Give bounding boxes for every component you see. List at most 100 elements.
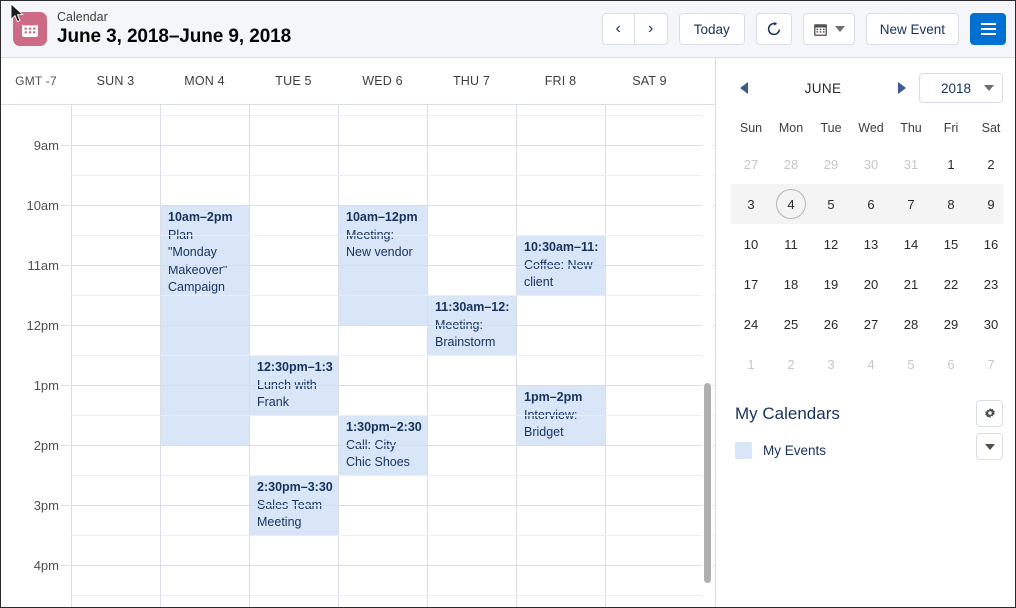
day-header-2[interactable]: TUE 5 [249,58,338,104]
mini-calendar-day-7[interactable]: 7 [971,344,1011,384]
day-column-6[interactable] [605,105,694,607]
view-selector-button[interactable] [802,13,855,45]
mini-calendar-day-10[interactable]: 10 [731,224,771,264]
new-event-button[interactable]: New Event [865,13,959,45]
mini-calendar-day-17[interactable]: 17 [731,264,771,304]
mini-calendar-day-24[interactable]: 24 [731,304,771,344]
day-column-4[interactable] [427,105,516,607]
list-item[interactable]: My Events [731,442,1003,459]
event-title: Plan "Monday Makeover" Campaign [168,227,228,295]
mini-calendar-day-20[interactable]: 20 [851,264,891,304]
mini-calendar-prev-button[interactable] [731,75,757,101]
mini-calendar-nav: JUNE 2018 [731,70,1003,106]
mini-calendar-weekday-row: Sun Mon Tue Wed Thu Fri Sat [731,112,1003,144]
mini-calendar-day-30[interactable]: 30 [851,144,891,184]
mini-calendar-day-9[interactable]: 9 [971,184,1011,224]
mini-calendar-day-1[interactable]: 1 [731,344,771,384]
mini-calendar-day-16[interactable]: 16 [971,224,1011,264]
mini-calendar-day-18[interactable]: 18 [771,264,811,304]
day-column-3[interactable] [338,105,427,607]
mini-calendar-day-8[interactable]: 8 [931,184,971,224]
day-header-3[interactable]: WED 6 [338,58,427,104]
mini-calendar-day-6[interactable]: 6 [931,344,971,384]
day-header-5[interactable]: FRI 8 [516,58,605,104]
mini-calendar-day-29[interactable]: 29 [931,304,971,344]
day-header-0[interactable]: SUN 3 [71,58,160,104]
header-title-block: Calendar June 3, 2018–June 9, 2018 [57,10,291,47]
mini-calendar-day-30[interactable]: 30 [971,304,1011,344]
my-calendars-section: My Calendars My Events [731,400,1003,460]
grid-scrollbar-thumb[interactable] [704,383,711,583]
mini-calendar-day-19[interactable]: 19 [811,264,851,304]
mini-calendar-day-23[interactable]: 23 [971,264,1011,304]
grid-scrollbar[interactable] [702,105,713,607]
refresh-button[interactable] [755,13,792,45]
day-column-0[interactable] [71,105,160,607]
mini-calendar-day-31[interactable]: 31 [891,144,931,184]
my-calendars-title: My Calendars [735,404,840,423]
timezone-label: GMT -7 [15,74,57,88]
grid-line [71,415,715,416]
event-title: Call: City Chic Shoes [346,437,410,470]
week-grid-scroll: 9am 10am 11am 12pm 1pm 2pm 3pm 4pm 10am–2pm Plan… [1,105,715,607]
year-value: 2018 [940,80,972,96]
mini-calendar-day-4[interactable]: 4 [771,184,811,224]
menu-button[interactable] [970,13,1006,45]
time-label-2pm: 2pm [33,438,59,453]
calendar-view-icon [813,23,827,36]
mini-calendar-week-0: 27 28 29 30 31 1 2 [731,144,1003,184]
mini-calendar-day-21[interactable]: 21 [891,264,931,304]
mini-calendar-day-28[interactable]: 28 [771,144,811,184]
grid-line [71,445,715,446]
mini-calendar-day-27[interactable]: 27 [731,144,771,184]
mini-calendar-day-15[interactable]: 15 [931,224,971,264]
mini-calendar-day-5[interactable]: 5 [811,184,851,224]
day-header-1[interactable]: MON 4 [160,58,249,104]
day-column-5[interactable] [516,105,605,607]
mini-calendar-day-3[interactable]: 3 [811,344,851,384]
mini-calendar-day-13[interactable]: 13 [851,224,891,264]
mini-calendar-day-2[interactable]: 2 [771,344,811,384]
my-calendars-collapse-button[interactable] [976,433,1003,460]
mini-calendar-day-3[interactable]: 3 [731,184,771,224]
mini-calendar-day-28[interactable]: 28 [891,304,931,344]
day-header-4[interactable]: THU 7 [427,58,516,104]
chevron-down-icon [984,85,994,91]
calendar-item-label: My Events [763,443,827,458]
day-header-6[interactable]: SAT 9 [605,58,694,104]
mini-calendar-day-29[interactable]: 29 [811,144,851,184]
mini-calendar-day-26[interactable]: 26 [811,304,851,344]
next-week-button[interactable]: › [634,13,668,45]
grid-line [71,535,715,536]
mini-calendar-day-14[interactable]: 14 [891,224,931,264]
mini-calendar-next-button[interactable] [889,75,915,101]
previous-week-button[interactable]: ‹ [601,13,635,45]
week-grid-pane: GMT -7 SUN 3 MON 4 TUE 5 WED 6 THU 7 FRI 8 SAT… [1,58,716,607]
mini-calendar-day-1[interactable]: 1 [931,144,971,184]
grid-line [71,385,715,386]
mini-calendar-day-22[interactable]: 22 [931,264,971,304]
today-button[interactable]: Today [678,13,745,45]
mini-calendar-day-11[interactable]: 11 [771,224,811,264]
time-label-12pm: 12pm [26,318,59,333]
mini-calendar-week-2: 10 11 12 13 14 15 16 [731,224,1003,264]
chevron-left-icon: ‹ [615,20,621,37]
mini-calendar-day-7[interactable]: 7 [891,184,931,224]
time-label-10am: 10am [26,198,59,213]
year-select[interactable]: 2018 [919,73,1003,103]
grid-line [71,355,715,356]
mini-calendar-day-6[interactable]: 6 [851,184,891,224]
header-identity: Calendar June 3, 2018–June 9, 2018 [1,10,291,47]
grid-line [71,115,715,116]
mini-calendar-day-25[interactable]: 25 [771,304,811,344]
mini-calendar-day-2[interactable]: 2 [971,144,1011,184]
mini-calendar-day-12[interactable]: 12 [811,224,851,264]
mini-calendar-day-27[interactable]: 27 [851,304,891,344]
chevron-right-icon: › [648,20,654,37]
mini-calendar-day-5[interactable]: 5 [891,344,931,384]
toolbar: ‹ › Today New Event [601,13,1015,45]
mini-calendar-day-4[interactable]: 4 [851,344,891,384]
calendar-settings-button[interactable] [976,400,1003,427]
calendar-color-swatch[interactable] [735,442,752,459]
calendar-icon [13,12,47,46]
